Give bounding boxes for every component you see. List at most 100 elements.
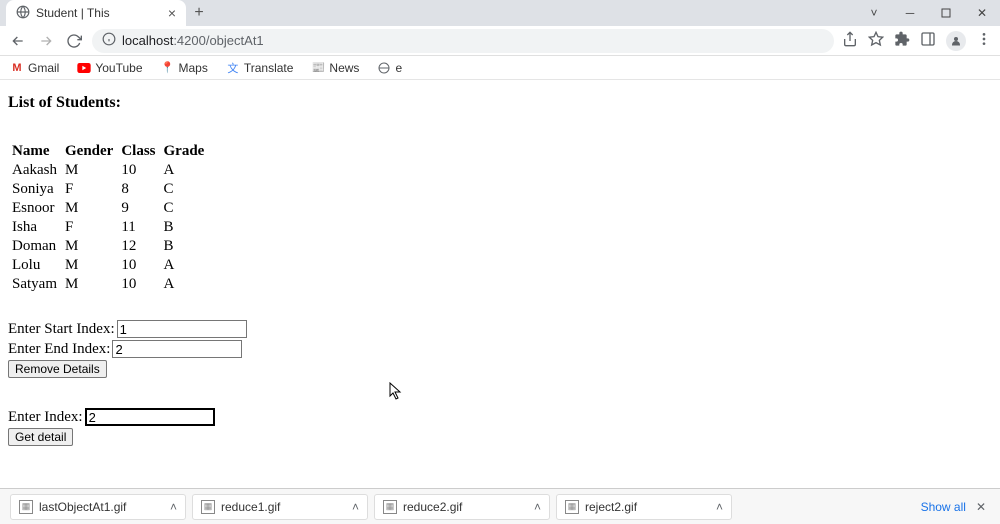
index-label: Enter Index:	[8, 409, 83, 426]
cell-gender: M	[61, 256, 117, 275]
bookmark-label: Maps	[179, 61, 208, 75]
url-input[interactable]: localhost:4200/objectAt1	[92, 29, 834, 53]
download-item[interactable]: ▦reduce1.gif˄	[192, 494, 368, 520]
remove-details-button[interactable]: Remove Details	[8, 360, 107, 378]
bookmark-translate[interactable]: 文 Translate	[226, 61, 294, 75]
chevron-up-icon[interactable]: ˄	[170, 500, 177, 514]
file-icon: ▦	[383, 500, 397, 514]
chevron-up-icon[interactable]: ˄	[352, 500, 359, 514]
download-item[interactable]: ▦ reject2.gif ˄	[556, 494, 732, 520]
cell-gender: M	[61, 237, 117, 256]
cell-grade: B	[160, 237, 209, 256]
cell-name: Satyam	[8, 275, 61, 294]
cell-gender: F	[61, 180, 117, 199]
translate-icon: 文	[226, 61, 240, 75]
index-input[interactable]	[85, 408, 215, 426]
start-index-input[interactable]	[117, 320, 247, 338]
reload-button[interactable]	[64, 31, 84, 51]
table-row: EsnoorM9C	[8, 199, 208, 218]
cell-name: Esnoor	[8, 199, 61, 218]
browser-tab[interactable]: Student | This ×	[6, 0, 186, 26]
tab-title: Student | This	[36, 6, 110, 20]
url-text: localhost:4200/objectAt1	[122, 33, 264, 48]
menu-icon[interactable]	[976, 31, 992, 50]
cell-class: 10	[117, 161, 159, 180]
chevron-up-icon[interactable]: ˄	[716, 500, 723, 514]
cell-gender: M	[61, 275, 117, 294]
index-row: Enter Index:	[8, 408, 992, 426]
bookmark-e[interactable]: e	[377, 61, 402, 75]
window-close-button[interactable]: ✕	[964, 0, 1000, 26]
cell-name: Isha	[8, 218, 61, 237]
window-minimize-button[interactable]: ─	[892, 0, 928, 26]
file-icon: ▦	[565, 500, 579, 514]
end-index-row: Enter End Index:	[8, 340, 992, 358]
table-row: SoniyaF8C	[8, 180, 208, 199]
bookmark-gmail[interactable]: M Gmail	[10, 61, 59, 75]
show-all-link[interactable]: Show all	[921, 500, 966, 514]
gmail-icon: M	[10, 61, 24, 75]
file-icon: ▦	[201, 500, 215, 514]
table-row: IshaF11B	[8, 218, 208, 237]
maps-icon: 📍	[161, 61, 175, 75]
get-button-row: Get detail	[8, 428, 992, 446]
downloads-close-icon[interactable]: ✕	[972, 500, 990, 514]
table-row: AakashM10A	[8, 161, 208, 180]
youtube-icon	[77, 61, 91, 75]
bookmark-news[interactable]: 📰 News	[311, 61, 359, 75]
bookmark-maps[interactable]: 📍 Maps	[161, 61, 208, 75]
tab-bar: Student | This × + ˅ ─ ✕	[0, 0, 1000, 26]
get-detail-button[interactable]: Get detail	[8, 428, 73, 446]
download-item[interactable]: ▦lastObjectAt1.gif˄	[10, 494, 186, 520]
column-name: Name	[8, 142, 61, 161]
address-bar: localhost:4200/objectAt1	[0, 26, 1000, 56]
downloads-bar: ▦lastObjectAt1.gif˄▦reduce1.gif˄▦reduce2…	[0, 488, 1000, 524]
download-item[interactable]: ▦ reduce2.gif ˄	[374, 494, 550, 520]
profile-icon[interactable]	[946, 31, 966, 51]
page-heading: List of Students:	[8, 94, 992, 112]
cell-name: Soniya	[8, 180, 61, 199]
forward-button[interactable]	[36, 31, 56, 51]
column-grade: Grade	[160, 142, 209, 161]
bookmark-label: YouTube	[95, 61, 142, 75]
close-tab-icon[interactable]: ×	[168, 5, 176, 21]
chevron-up-icon[interactable]: ˄	[534, 500, 541, 514]
table-row: DomanM12B	[8, 237, 208, 256]
students-table: Name Gender Class Grade AakashM10ASoniya…	[8, 142, 208, 294]
table-row: SatyamM10A	[8, 275, 208, 294]
cell-grade: B	[160, 218, 209, 237]
side-panel-icon[interactable]	[920, 31, 936, 50]
chevron-down-icon[interactable]: ˅	[856, 0, 892, 26]
end-index-input[interactable]	[112, 340, 242, 358]
cell-grade: A	[160, 275, 209, 294]
star-icon[interactable]	[868, 31, 884, 50]
window-maximize-button[interactable]	[928, 0, 964, 26]
cell-name: Lolu	[8, 256, 61, 275]
download-filename: reduce2.gif	[403, 500, 462, 514]
bookmark-youtube[interactable]: YouTube	[77, 61, 142, 75]
table-row: LoluM10A	[8, 256, 208, 275]
back-button[interactable]	[8, 31, 28, 51]
share-icon[interactable]	[842, 31, 858, 50]
start-index-row: Enter Start Index:	[8, 320, 992, 338]
cell-class: 9	[117, 199, 159, 218]
cell-class: 10	[117, 275, 159, 294]
site-info-icon[interactable]	[102, 32, 116, 49]
cell-name: Doman	[8, 237, 61, 256]
cell-class: 10	[117, 256, 159, 275]
cell-grade: A	[160, 161, 209, 180]
bookmark-label: e	[395, 61, 402, 75]
end-index-label: Enter End Index:	[8, 341, 110, 358]
column-gender: Gender	[61, 142, 117, 161]
download-filename: reject2.gif	[585, 500, 637, 514]
table-header-row: Name Gender Class Grade	[8, 142, 208, 161]
cell-class: 11	[117, 218, 159, 237]
cell-name: Aakash	[8, 161, 61, 180]
new-tab-button[interactable]: +	[186, 0, 212, 26]
cell-grade: A	[160, 256, 209, 275]
remove-button-row: Remove Details	[8, 360, 992, 378]
cell-class: 12	[117, 237, 159, 256]
cell-gender: F	[61, 218, 117, 237]
page-content: List of Students: Name Gender Class Grad…	[0, 80, 1000, 462]
extensions-icon[interactable]	[894, 31, 910, 50]
